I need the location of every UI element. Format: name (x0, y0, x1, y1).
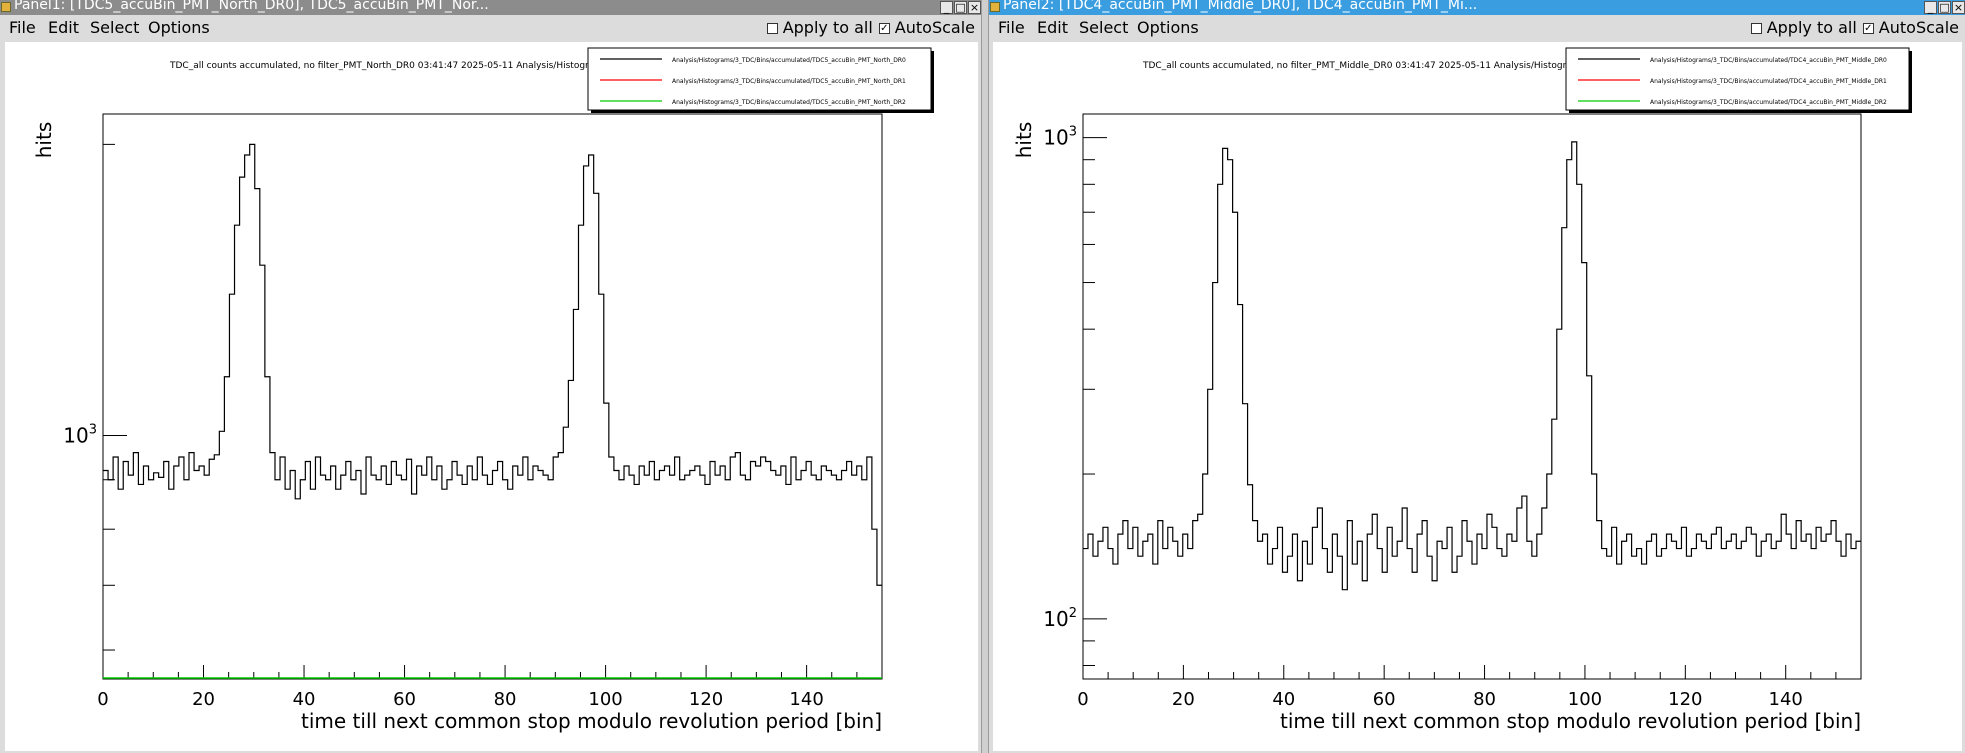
panel-1-window: Panel1: [TDC5_accuBin_PMT_North_DR0], TD… (0, 0, 981, 753)
panel-1-titlebar[interactable]: Panel1: [TDC5_accuBin_PMT_North_DR0], TD… (0, 0, 981, 15)
y-tick-label: 103 (1043, 125, 1077, 150)
x-tick-label: 40 (293, 689, 316, 710)
menu-options[interactable]: Options (1137, 15, 1199, 41)
menu-edit[interactable]: Edit (1037, 15, 1068, 41)
x-tick-label: 140 (789, 689, 823, 710)
panel-1-menubar: File Edit Select Options Apply to all ✓ … (0, 15, 981, 41)
minimize-icon[interactable]: _ (1924, 1, 1937, 14)
x-tick-label: 80 (494, 689, 517, 710)
checkbox-icon (1750, 22, 1762, 34)
apply-to-all-checkbox[interactable]: Apply to all (766, 15, 873, 41)
panel-2-window: Panel2: [TDC4_accuBin_PMT_Middle_DR0], T… (989, 0, 1965, 753)
legend-entry-label: Analysis/Histograms/3_TDC/Bins/accumulat… (1650, 57, 1887, 64)
maximize-icon[interactable]: □ (1938, 1, 1951, 14)
plot-header-text: TDC_all counts accumulated, no filter_PM… (169, 61, 627, 71)
legend-box: Analysis/Histograms/3_TDC/Bins/accumulat… (1565, 47, 1912, 113)
x-tick-label: 100 (1568, 689, 1602, 710)
legend-entry-label: Analysis/Histograms/3_TDC/Bins/accumulat… (672, 57, 906, 64)
menu-select[interactable]: Select (90, 15, 139, 41)
close-icon[interactable]: × (968, 1, 981, 14)
x-tick-label: 100 (588, 689, 622, 710)
menu-edit[interactable]: Edit (48, 15, 79, 41)
legend-box: Analysis/Histograms/3_TDC/Bins/accumulat… (587, 47, 934, 113)
plot-frame (102, 113, 883, 680)
x-tick-label: 20 (1172, 689, 1195, 710)
plot-header-text: TDC_all counts accumulated, no filter_PM… (1142, 61, 1605, 71)
panel-2-title: Panel2: [TDC4_accuBin_PMT_Middle_DR0], T… (1003, 0, 1478, 13)
minimize-icon[interactable]: _ (940, 1, 953, 14)
apply-to-all-checkbox[interactable]: Apply to all (1750, 15, 1857, 41)
panel-2-canvas[interactable]: TDC_all counts accumulated, no filter_PM… (993, 42, 1962, 751)
x-tick-label: 120 (1668, 689, 1702, 710)
x-tick-label: 140 (1769, 689, 1803, 710)
app-icon (1, 2, 11, 12)
apply-to-all-label: Apply to all (1766, 18, 1857, 37)
x-tick-label: 0 (97, 689, 108, 710)
panel-2-menubar: File Edit Select Options Apply to all ✓ … (989, 15, 1965, 41)
panel-splitter[interactable] (981, 0, 989, 753)
x-tick-label: 60 (1373, 689, 1396, 710)
panel-1-canvas[interactable]: TDC_all counts accumulated, no filter_PM… (5, 42, 978, 751)
x-tick-label: 120 (689, 689, 723, 710)
histogram-plot-1[interactable]: TDC_all counts accumulated, no filter_PM… (5, 42, 978, 751)
x-tick-label: 20 (192, 689, 215, 710)
x-tick-label: 80 (1473, 689, 1496, 710)
x-tick-label: 40 (1272, 689, 1295, 710)
y-axis-label: hits (32, 122, 56, 159)
panel-2-titlebar[interactable]: Panel2: [TDC4_accuBin_PMT_Middle_DR0], T… (989, 0, 1965, 15)
autoscale-checkbox[interactable]: ✓ AutoScale (1862, 15, 1959, 41)
autoscale-label: AutoScale (894, 18, 975, 37)
legend-entry-label: Analysis/Histograms/3_TDC/Bins/accumulat… (672, 78, 906, 85)
autoscale-checkbox[interactable]: ✓ AutoScale (878, 15, 975, 41)
histogram-series-line (103, 143, 882, 586)
plot-frame (1082, 113, 1862, 680)
y-axis-label: hits (1012, 122, 1036, 159)
histogram-series-line (1083, 141, 1861, 591)
apply-to-all-label: Apply to all (782, 18, 873, 37)
y-tick-label: 102 (1043, 606, 1077, 631)
checkbox-checked-icon: ✓ (1862, 22, 1874, 34)
x-tick-label: 0 (1077, 689, 1088, 710)
menu-file[interactable]: File (998, 15, 1025, 41)
legend-entry-label: Analysis/Histograms/3_TDC/Bins/accumulat… (672, 99, 906, 106)
checkbox-checked-icon: ✓ (878, 22, 890, 34)
maximize-icon[interactable]: □ (954, 1, 967, 14)
legend-entry-label: Analysis/Histograms/3_TDC/Bins/accumulat… (1650, 99, 1887, 106)
x-tick-label: 60 (393, 689, 416, 710)
autoscale-label: AutoScale (1878, 18, 1959, 37)
x-axis-label: time till next common stop modulo revolu… (301, 709, 882, 733)
x-axis-label: time till next common stop modulo revolu… (1280, 709, 1861, 733)
close-icon[interactable]: × (1952, 1, 1965, 14)
y-tick-label: 103 (63, 422, 97, 447)
checkbox-icon (766, 22, 778, 34)
panel-1-title: Panel1: [TDC5_accuBin_PMT_North_DR0], TD… (14, 0, 489, 13)
legend-entry-label: Analysis/Histograms/3_TDC/Bins/accumulat… (1650, 78, 1887, 85)
app-icon (990, 2, 1000, 12)
histogram-plot-2[interactable]: TDC_all counts accumulated, no filter_PM… (993, 42, 1962, 751)
menu-select[interactable]: Select (1079, 15, 1128, 41)
menu-options[interactable]: Options (148, 15, 210, 41)
menu-file[interactable]: File (9, 15, 36, 41)
